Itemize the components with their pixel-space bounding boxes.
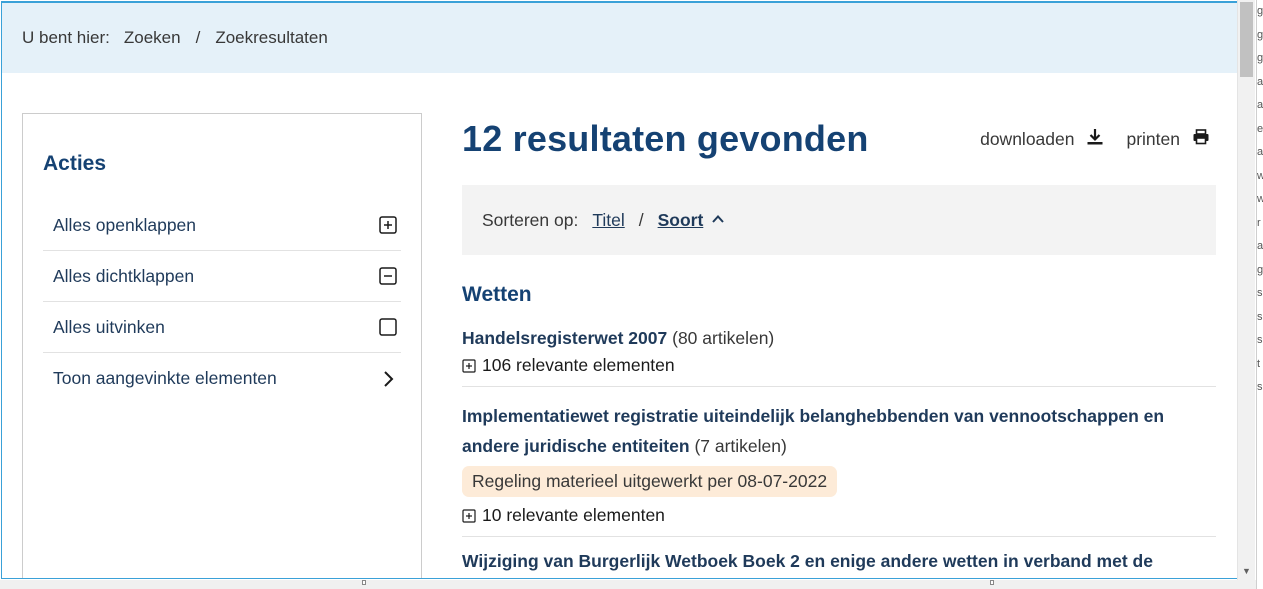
action-label: Alles dichtklappen: [53, 265, 195, 286]
actions-sidebar: Acties Alles openklappen Alles dichtklap…: [22, 113, 422, 578]
results-main: 12 resultaten gevonden downloaden printe…: [462, 113, 1216, 571]
action-label: Toon aangevinkte elementen: [53, 368, 277, 388]
result-title-link[interactable]: Handelsregisterwet 2007: [462, 328, 667, 348]
scroll-down-arrow-icon[interactable]: ▼: [1242, 567, 1251, 576]
result-item: Handelsregisterwet 2007 (80 artikelen) 1…: [462, 323, 1216, 387]
minus-box-icon: [379, 267, 397, 285]
group-title: Wetten: [462, 283, 532, 306]
breadcrumb-separator: /: [195, 28, 201, 47]
show-checked-button[interactable]: Toon aangevinkte elementen: [43, 353, 401, 404]
expand-relevant-elements[interactable]: 106 relevante elementen: [462, 355, 1216, 376]
resize-handle[interactable]: [362, 580, 366, 585]
plus-box-icon: [462, 508, 476, 523]
expand-label: 10 relevante elementen: [482, 505, 665, 525]
sort-bar: Sorteren op: Titel / Soort: [462, 185, 1216, 255]
breadcrumb-current: Zoekresultaten: [215, 28, 328, 47]
print-icon: [1180, 128, 1210, 151]
uncheck-all-button[interactable]: Alles uitvinken: [43, 302, 401, 353]
download-icon: [1074, 128, 1104, 151]
sort-label: Sorteren op:: [482, 209, 579, 230]
expand-relevant-elements[interactable]: 10 relevante elementen: [462, 505, 1216, 526]
window-bottom-edge: [0, 580, 1256, 589]
result-item: Implementatiewet registratie uiteindelij…: [462, 401, 1216, 537]
results-header: 12 resultaten gevonden downloaden printe…: [462, 113, 1216, 165]
plus-box-icon: [379, 216, 397, 234]
print-button[interactable]: printen: [1126, 128, 1210, 151]
sidebar-title: Acties: [43, 152, 107, 175]
sort-separator: /: [638, 209, 644, 230]
checkbox-icon: [379, 318, 397, 336]
header-actions: downloaden printen: [958, 128, 1216, 151]
result-title-link-partial[interactable]: Wijziging van Burgerlijk Wetboek Boek 2 …: [462, 551, 1216, 571]
page-title: 12 resultaten gevonden: [462, 118, 869, 159]
sort-by-title-link[interactable]: Titel: [592, 210, 624, 231]
breadcrumb: U bent hier: Zoeken / Zoekresultaten: [2, 3, 1237, 73]
breadcrumb-label: U bent hier:: [22, 28, 110, 47]
result-title-line: Handelsregisterwet 2007 (80 artikelen): [462, 323, 1216, 353]
action-label: Alles openklappen: [53, 214, 197, 235]
result-title-line: Implementatiewet registratie uiteindelij…: [462, 401, 1216, 461]
page-viewport: U bent hier: Zoeken / Zoekresultaten Act…: [1, 1, 1237, 579]
print-label: printen: [1126, 128, 1180, 149]
expand-all-button[interactable]: Alles openklappen: [43, 200, 401, 251]
result-article-count: (7 artikelen): [694, 436, 787, 456]
resize-handle[interactable]: [990, 580, 994, 585]
result-title-link[interactable]: Implementatiewet registratie uiteindelij…: [462, 406, 1164, 456]
scrollbar-thumb[interactable]: [1240, 2, 1253, 77]
browser-frame: U bent hier: Zoeken / Zoekresultaten Act…: [0, 0, 1263, 589]
result-article-count: (80 artikelen): [672, 328, 775, 348]
sort-by-type-link[interactable]: Soort: [658, 210, 704, 231]
status-badge: Regeling materieel uitgewerkt per 08-07-…: [462, 466, 838, 497]
download-button[interactable]: downloaden: [980, 128, 1104, 151]
breadcrumb-link-zoeken[interactable]: Zoeken: [124, 28, 181, 48]
plus-box-icon: [462, 358, 476, 373]
action-label: Alles uitvinken: [53, 316, 165, 337]
vertical-scrollbar[interactable]: ▼: [1237, 0, 1255, 580]
expand-label: 106 relevante elementen: [482, 355, 675, 375]
chevron-up-icon[interactable]: [703, 210, 725, 231]
background-window-edge: gggaaeawwragsssts: [1256, 0, 1263, 589]
chevron-right-icon: [379, 370, 397, 388]
collapse-all-button[interactable]: Alles dichtklappen: [43, 251, 401, 302]
download-label: downloaden: [980, 128, 1075, 149]
